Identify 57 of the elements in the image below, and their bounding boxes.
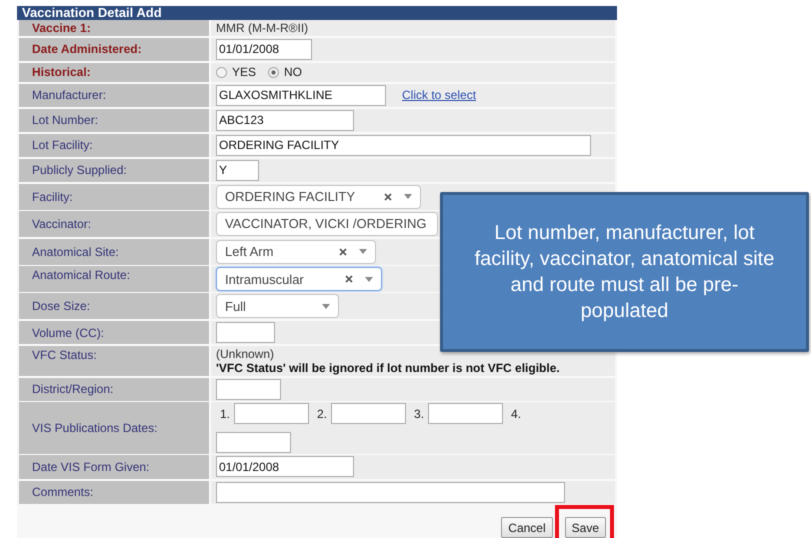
field-value: MMR (M-M-R®II) xyxy=(216,21,308,35)
callout-box: Lot number, manufacturer, lot facility, vaccinator, anatomical site and route must all be pre-populated xyxy=(440,192,809,352)
date-number: 2. xyxy=(317,406,328,421)
caret-icon[interactable] xyxy=(404,194,412,200)
input-field[interactable]: GLAXOSMITHKLINE xyxy=(216,84,386,106)
radio-option[interactable]: NO xyxy=(268,65,302,80)
select-link[interactable]: Click to select xyxy=(402,88,476,102)
select-field[interactable]: VACCINATOR, VICKI /ORDERING xyxy=(216,212,438,236)
field-label: Vaccinator: xyxy=(32,216,92,231)
field-label: Date VIS Form Given: xyxy=(32,460,150,474)
date-number: 3. xyxy=(414,406,424,421)
caret-icon[interactable] xyxy=(365,276,373,282)
form-title: Vaccination Detail Add xyxy=(17,6,617,20)
input-field[interactable] xyxy=(216,432,291,454)
field-label: Volume (CC): xyxy=(32,326,104,340)
field-label: Anatomical Route: xyxy=(32,268,130,282)
input-field[interactable]: ORDERING FACILITY xyxy=(216,134,591,156)
field-label: VFC Status: xyxy=(32,348,97,362)
date-number: 1. xyxy=(220,406,230,421)
vfc-status: (Unknown) xyxy=(216,346,276,361)
caret-icon[interactable] xyxy=(322,304,330,309)
input-field[interactable] xyxy=(428,403,504,424)
input-field[interactable]: 01/01/2008 xyxy=(216,38,312,60)
clear-icon[interactable] xyxy=(384,192,392,201)
input-field[interactable] xyxy=(216,378,281,400)
input-field[interactable] xyxy=(216,322,275,344)
field-label: District/Region: xyxy=(32,382,114,396)
clear-icon[interactable] xyxy=(345,275,353,284)
caret-icon[interactable] xyxy=(359,249,367,254)
input-field[interactable] xyxy=(331,403,406,424)
field-label: Vaccine 1: xyxy=(32,21,91,35)
input-field[interactable] xyxy=(234,403,310,424)
field-label: Publicly Supplied: xyxy=(32,163,127,178)
field-label: Date Administered: xyxy=(32,42,142,56)
field-label: Historical: xyxy=(32,65,91,80)
field-label: VIS Publications Dates: xyxy=(32,421,158,436)
date-number: 4. xyxy=(511,406,522,421)
cancel-button[interactable]: Cancel xyxy=(501,517,553,538)
field-label: Comments: xyxy=(32,485,94,500)
input-field[interactable]: ABC123 xyxy=(216,110,354,131)
vfc-note: 'VFC Status' will be ignored if lot number is not VFC eligible. xyxy=(216,360,560,375)
save-button[interactable]: Save xyxy=(564,517,606,538)
field-label: Anatomical Site: xyxy=(32,244,119,259)
field-label: Lot Number: xyxy=(32,113,98,128)
select-field[interactable]: Intramuscular xyxy=(216,267,382,292)
input-field[interactable]: Y xyxy=(216,160,259,181)
clear-icon[interactable] xyxy=(339,248,347,256)
field-label: Manufacturer: xyxy=(32,88,106,102)
field-label: Lot Facility: xyxy=(32,138,93,152)
radio-option[interactable]: YES xyxy=(216,65,256,80)
select-field[interactable]: ORDERING FACILITY xyxy=(216,184,421,209)
input-field[interactable] xyxy=(216,482,565,503)
field-label: Facility: xyxy=(32,190,73,204)
select-field[interactable]: Full xyxy=(216,294,339,318)
field-label: Dose Size: xyxy=(32,299,90,314)
select-field[interactable]: Left Arm xyxy=(216,240,376,264)
input-field[interactable]: 01/01/2008 xyxy=(216,456,354,478)
